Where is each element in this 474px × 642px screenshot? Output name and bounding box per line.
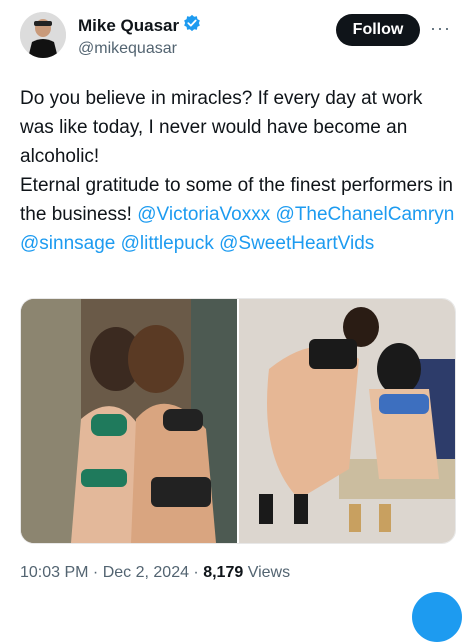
- follow-button[interactable]: Follow: [336, 14, 420, 46]
- views-label: Views: [247, 564, 291, 581]
- photo-image: [21, 299, 237, 543]
- tweet-time[interactable]: 10:03 PM: [20, 564, 88, 581]
- author-name-row[interactable]: Mike Quasar: [78, 14, 201, 37]
- verified-badge-icon: [183, 14, 201, 37]
- photo-image: [239, 299, 455, 543]
- author-name[interactable]: Mike Quasar: [78, 16, 179, 36]
- avatar-image: [20, 12, 66, 58]
- author-handle[interactable]: @mikequasar: [78, 40, 177, 58]
- tweet-line-2: Eternal gratitude to some of the finest …: [20, 171, 460, 258]
- mention-link[interactable]: @SweetHeartVids: [219, 233, 374, 254]
- tweet-meta: 10:03 PM · Dec 2, 2024 · 8,179 Views: [20, 564, 291, 581]
- mention-link[interactable]: @TheChanelCamryn: [276, 204, 455, 225]
- mention-link[interactable]: @VictoriaVoxxx: [137, 204, 270, 225]
- mention-link[interactable]: @littlepuck: [121, 233, 214, 254]
- media-grid: [20, 298, 456, 544]
- tweet-text: Do you believe in miracles? If every day…: [20, 84, 460, 258]
- tweet-line-1: Do you believe in miracles? If every day…: [20, 88, 423, 167]
- mention-link[interactable]: @sinnsage: [20, 233, 115, 254]
- tweet-date[interactable]: Dec 2, 2024: [103, 564, 189, 581]
- media-photo-right[interactable]: [239, 299, 455, 543]
- more-options-icon[interactable]: ···: [430, 18, 451, 39]
- views-count: 8,179: [203, 564, 244, 581]
- media-photo-left[interactable]: [21, 299, 237, 543]
- avatar[interactable]: [20, 12, 66, 58]
